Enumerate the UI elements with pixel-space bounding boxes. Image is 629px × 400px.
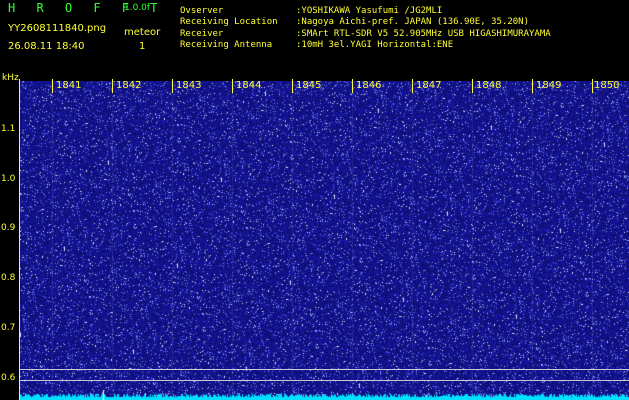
marker-line-lower <box>20 380 629 381</box>
y-tick-label: 0.9 <box>1 223 16 233</box>
meteor-count: 1 <box>139 41 146 52</box>
x-tick-mark <box>292 79 293 93</box>
waterfall-canvas <box>20 81 629 400</box>
info-antenna: Receiving Antenna :10mH 3el.YAGI Horizont… <box>180 40 453 51</box>
app-version: 1.0.0f <box>124 3 151 13</box>
info-value: :Nagoya Aichi-pref. JAPAN (136.90E, 35.2… <box>296 17 529 27</box>
info-observer: Ovserver :YOSHIKAWA Yasufumi /JG2MLI <box>180 6 442 17</box>
capture-datetime: 26.08.11 18:40 <box>8 41 85 52</box>
y-tick-label: 0.8 <box>1 273 16 283</box>
x-tick-mark <box>352 79 353 93</box>
y-tick-label: 1.0 <box>1 174 16 184</box>
x-tick-label: 1843 <box>176 80 202 91</box>
info-label: Receiving Location <box>180 17 278 27</box>
x-tick-label: 1841 <box>56 80 82 91</box>
meteor-label: meteor <box>124 27 161 38</box>
y-tick-label: 0.7 <box>1 323 16 333</box>
info-value: :10mH 3el.YAGI Horizontal:ENE <box>296 40 454 50</box>
info-label: Receiver <box>180 29 224 39</box>
info-value: :YOSHIKAWA Yasufumi /JG2MLI <box>296 6 443 16</box>
x-tick-mark <box>52 79 53 93</box>
x-tick-mark <box>232 79 233 93</box>
waterfall-spectrogram <box>20 81 629 400</box>
info-location: Receiving Location :Nagoya Aichi-pref. JA… <box>180 17 529 28</box>
y-tick-label: 1.1 <box>1 124 16 134</box>
x-tick-mark <box>532 79 533 93</box>
x-tick-label: 1849 <box>536 80 562 91</box>
info-label: Receiving Antenna <box>180 40 273 50</box>
y-tick-label: 0.6 <box>1 373 16 383</box>
y-axis-unit: kHz <box>2 73 19 83</box>
x-tick-label: 1847 <box>416 80 442 91</box>
info-receiver: Receiver :SMArt RTL-SDR V5 52.905MHz USB … <box>180 29 551 40</box>
x-tick-label: 1842 <box>116 80 142 91</box>
x-tick-label: 1846 <box>356 80 382 91</box>
info-value: :SMArt RTL-SDR V5 52.905MHz USB HIGASHIM… <box>296 29 551 39</box>
y-axis-line <box>19 79 20 400</box>
x-tick-label: 1848 <box>476 80 502 91</box>
hrofft-viewer: H R O F F T 1.0.0f YY2608111840.png 26.0… <box>0 0 629 400</box>
x-tick-mark <box>472 79 473 93</box>
x-tick-mark <box>112 79 113 93</box>
x-tick-mark <box>412 79 413 93</box>
x-tick-label: 1850 <box>594 80 620 91</box>
x-tick-label: 1844 <box>236 80 262 91</box>
marker-line-upper <box>20 369 629 370</box>
x-tick-mark <box>592 79 593 93</box>
x-tick-label: 1845 <box>296 80 322 91</box>
x-tick-mark <box>172 79 173 93</box>
info-label: Ovserver <box>180 6 224 16</box>
image-filename: YY2608111840.png <box>8 23 107 34</box>
